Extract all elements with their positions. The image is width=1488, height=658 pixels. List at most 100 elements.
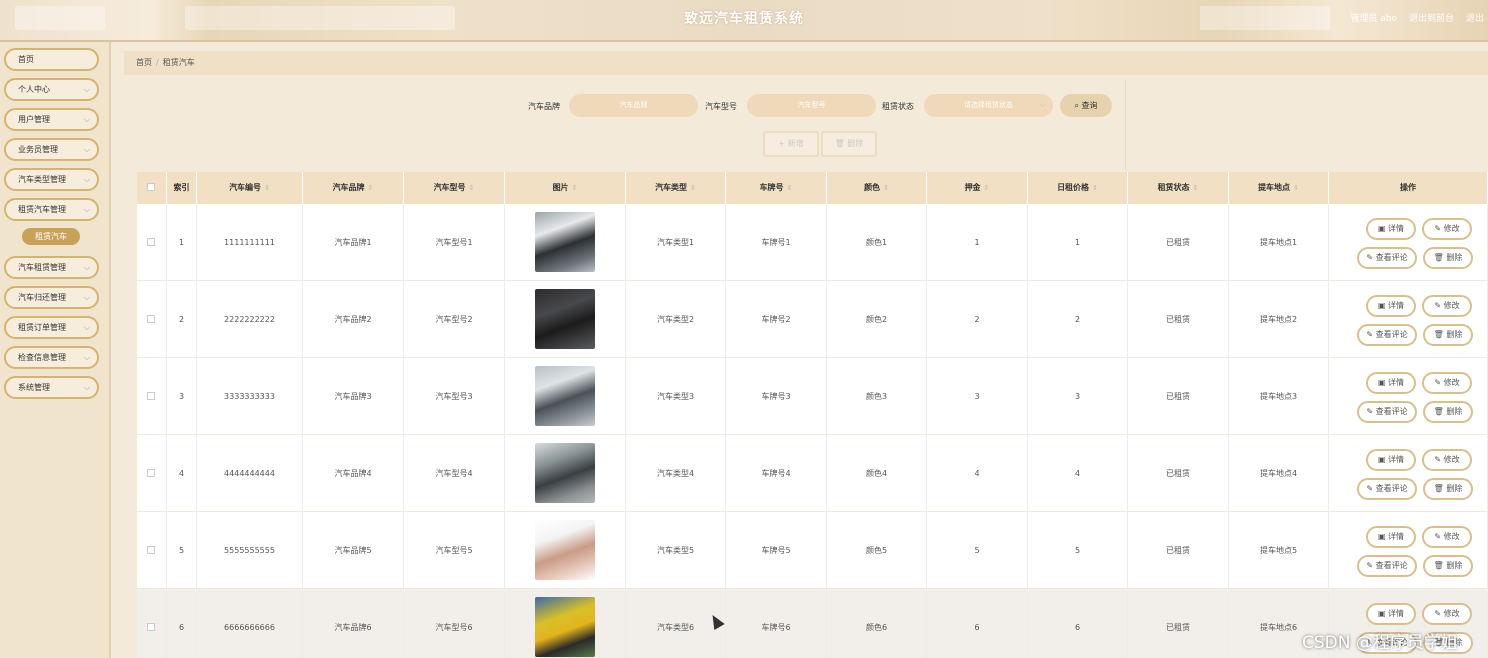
sidebar-item-label: 汽车租赁管理 <box>18 263 66 272</box>
car-image[interactable] <box>535 212 595 272</box>
price-cell: 5 <box>1028 512 1128 589</box>
view-reviews-button[interactable]: ✎ 查看评论 <box>1357 478 1417 500</box>
row-checkbox[interactable] <box>147 392 155 400</box>
view-reviews-button[interactable]: ✎ 查看评论 <box>1357 555 1417 577</box>
sort-icon: ⇕ <box>367 184 374 192</box>
column-header[interactable]: 租赁状态 ⇕ <box>1128 172 1229 204</box>
edit-button[interactable]: ✎ 修改 <box>1422 372 1472 394</box>
column-header[interactable]: 日租价格 ⇕ <box>1028 172 1128 204</box>
sidebar-item-staff-management[interactable]: 业务员管理 ⌵ <box>4 138 99 161</box>
car-type-cell: 汽车类型5 <box>626 512 726 589</box>
delete-button-label: 删除 <box>1446 330 1463 339</box>
sidebar-item-inspection-management[interactable]: 检查信息管理 ⌵ <box>4 346 99 369</box>
delete-button[interactable]: 🗑 删除 <box>1423 247 1473 269</box>
sidebar-item-home[interactable]: 首页 <box>4 48 99 71</box>
sidebar-item-user-management[interactable]: 用户管理 ⌵ <box>4 108 99 131</box>
column-header[interactable]: 提车地点 ⇕ <box>1229 172 1329 204</box>
sidebar-item-car-return-management[interactable]: 汽车归还管理 ⌵ <box>4 286 99 309</box>
detail-button-label: 详情 <box>1388 224 1405 233</box>
delete-button[interactable]: 🗑 删除 <box>1423 555 1473 577</box>
trash-icon: 🗑 <box>1433 330 1444 339</box>
column-header[interactable]: 汽车型号 ⇕ <box>404 172 505 204</box>
detail-button-label: 详情 <box>1388 609 1405 618</box>
column-header[interactable]: 汽车类型 ⇕ <box>626 172 726 204</box>
batch-delete-button[interactable]: 🗑 删除 <box>821 131 877 157</box>
delete-button[interactable]: 🗑 删除 <box>1423 401 1473 423</box>
car-image[interactable] <box>535 597 595 657</box>
sidebar-item-personal-center[interactable]: 个人中心 ⌵ <box>4 78 99 101</box>
delete-button[interactable]: 🗑 删除 <box>1423 478 1473 500</box>
edit-button-label: 修改 <box>1443 301 1460 310</box>
column-header[interactable]: 颜色 ⇕ <box>827 172 927 204</box>
table-header: 索引 汽车编号 ⇕ 汽车品牌 ⇕ 汽车型号 ⇕ 图片 ⇕ 汽车类型 ⇕ 车牌号 ⇕ 颜色 ⇕ … <box>137 172 1488 204</box>
row-checkbox[interactable] <box>147 315 155 323</box>
edit-button[interactable]: ✎ 修改 <box>1422 295 1472 317</box>
edit-button-label: 修改 <box>1443 224 1460 233</box>
edit-button[interactable]: ✎ 修改 <box>1422 218 1472 240</box>
deposit-cell: 6 <box>927 589 1028 658</box>
back-to-front-link[interactable]: 退出到前台 <box>1409 11 1454 24</box>
row-checkbox[interactable] <box>147 623 155 631</box>
price-cell: 4 <box>1028 435 1128 512</box>
model-input[interactable]: 汽车型号 <box>747 94 876 117</box>
color-cell: 颜色3 <box>827 358 927 435</box>
index-cell: 4 <box>167 435 197 512</box>
breadcrumb-current: 租赁汽车 <box>162 58 195 67</box>
detail-button[interactable]: ▣ 详情 <box>1366 603 1416 625</box>
column-header[interactable]: 车牌号 ⇕ <box>726 172 827 204</box>
edit-icon: ✎ <box>1434 301 1442 310</box>
image-cell <box>505 281 626 358</box>
status-select[interactable]: 请选择租赁状态 ⌵ <box>924 94 1053 117</box>
car-image[interactable] <box>535 366 595 426</box>
sidebar-item-system-management[interactable]: 系统管理 ⌵ <box>4 376 99 399</box>
car-image[interactable] <box>535 520 595 580</box>
row-select-cell <box>137 512 167 589</box>
row-select-cell <box>137 281 167 358</box>
edit-button-label: 修改 <box>1443 455 1460 464</box>
row-select-cell <box>137 204 167 281</box>
detail-button-label: 详情 <box>1388 301 1405 310</box>
view-reviews-button[interactable]: ✎ 查看评论 <box>1357 401 1417 423</box>
edit-button[interactable]: ✎ 修改 <box>1422 603 1472 625</box>
car-image[interactable] <box>535 443 595 503</box>
select-all-cell <box>137 172 167 204</box>
car-image[interactable] <box>535 289 595 349</box>
sidebar-item-car-type-management[interactable]: 汽车类型管理 ⌵ <box>4 168 99 191</box>
query-button[interactable]: ⌕ 查询 <box>1060 94 1112 117</box>
view-reviews-label: 查看评论 <box>1375 253 1408 262</box>
view-reviews-button[interactable]: ✎ 查看评论 <box>1357 247 1417 269</box>
sidebar-subitem-rental-car[interactable]: 租赁汽车 <box>22 228 80 245</box>
detail-button[interactable]: ▣ 详情 <box>1366 526 1416 548</box>
row-checkbox[interactable] <box>147 546 155 554</box>
row-select-cell <box>137 435 167 512</box>
column-header[interactable]: 汽车编号 ⇕ <box>197 172 303 204</box>
status-cell: 已租赁 <box>1128 358 1229 435</box>
sidebar-item-car-rental-management[interactable]: 汽车租赁管理 ⌵ <box>4 256 99 279</box>
sidebar-item-label: 首页 <box>18 55 34 64</box>
delete-button[interactable]: 🗑 删除 <box>1423 324 1473 346</box>
column-header[interactable]: 图片 ⇕ <box>505 172 626 204</box>
chevron-down-icon: ⌵ <box>83 205 90 214</box>
sidebar-item-order-management[interactable]: 租赁订单管理 ⌵ <box>4 316 99 339</box>
car-model-cell: 汽车型号5 <box>404 512 505 589</box>
detail-button[interactable]: ▣ 详情 <box>1366 449 1416 471</box>
view-reviews-button[interactable]: ✎ 查看评论 <box>1357 324 1417 346</box>
row-checkbox[interactable] <box>147 238 155 246</box>
column-header[interactable]: 汽车品牌 ⇕ <box>303 172 404 204</box>
logout-link[interactable]: 退出 <box>1466 11 1484 24</box>
edit-button[interactable]: ✎ 修改 <box>1422 449 1472 471</box>
divider <box>1125 80 1126 170</box>
brand-input[interactable]: 汽车品牌 <box>569 94 698 117</box>
sidebar-item-rental-car-management[interactable]: 租赁汽车管理 ⌵ <box>4 198 99 221</box>
detail-button[interactable]: ▣ 详情 <box>1366 372 1416 394</box>
breadcrumb-home[interactable]: 首页 <box>136 58 152 67</box>
detail-button[interactable]: ▣ 详情 <box>1366 218 1416 240</box>
color-cell: 颜色5 <box>827 512 927 589</box>
select-all-checkbox[interactable] <box>147 183 155 191</box>
add-button[interactable]: + 新增 <box>763 131 819 157</box>
row-checkbox[interactable] <box>147 469 155 477</box>
actions-cell: ▣ 详情 ✎ 修改 ✎ 查看评论 🗑 删除 <box>1329 435 1488 512</box>
detail-button[interactable]: ▣ 详情 <box>1366 295 1416 317</box>
column-header[interactable]: 押金 ⇕ <box>927 172 1028 204</box>
edit-button[interactable]: ✎ 修改 <box>1422 526 1472 548</box>
